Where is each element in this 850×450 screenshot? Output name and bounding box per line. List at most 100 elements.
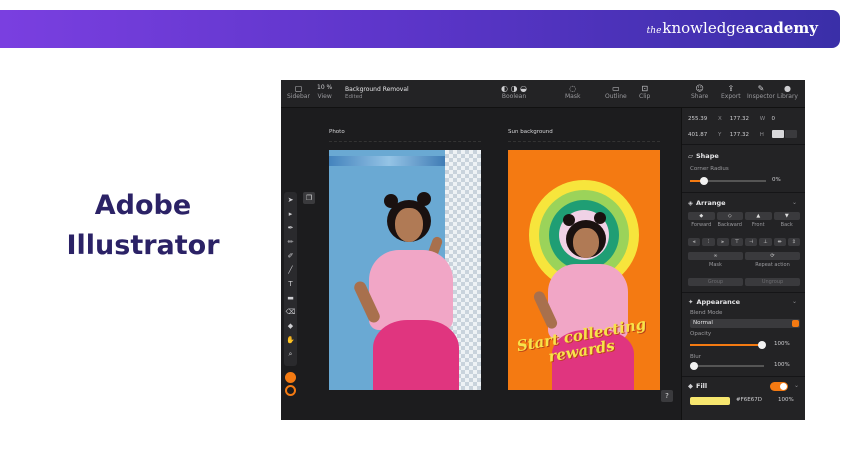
zoom-control[interactable]: 10 % View [317, 84, 332, 100]
fill-icon[interactable]: ◆ [284, 320, 297, 332]
flip-vertical-icon[interactable] [785, 130, 798, 138]
mask-button[interactable]: ∞ [688, 252, 743, 260]
h-field[interactable]: 177.32 [730, 132, 760, 138]
w-field[interactable]: 177.32 [730, 116, 760, 122]
boolean-icon: ◐ ◑ ◒ [501, 84, 528, 93]
direct-select-icon[interactable]: ▸ [284, 208, 297, 220]
align-bottom-icon[interactable]: ⊥ [759, 238, 772, 246]
appearance-icon: ✦ [688, 298, 694, 306]
brand-the: the [646, 26, 662, 36]
pencil-icon[interactable]: ✏ [284, 236, 297, 248]
text-icon[interactable]: T [284, 278, 297, 290]
ungroup-button[interactable]: Ungroup [745, 278, 800, 286]
divider [682, 292, 805, 293]
artboard-photo[interactable] [329, 150, 481, 390]
artboard-label-sun: Sun background [508, 129, 553, 135]
sidebar-button[interactable]: ▢ Sidebar [287, 84, 310, 100]
headline-line1: Adobe [94, 190, 192, 221]
rotation-field[interactable]: 0 [772, 116, 802, 122]
blend-mode-value: Normal [693, 320, 713, 326]
appearance-chevron-icon[interactable]: ⌄ [792, 298, 797, 305]
brush-icon[interactable]: ✐ [284, 250, 297, 262]
line-icon[interactable]: ╱ [284, 264, 297, 276]
layers-button[interactable]: ❐ [303, 192, 315, 204]
hand-icon[interactable]: ✋ [284, 334, 297, 346]
blur-value: 100% [774, 362, 790, 368]
arrange-buttons: ◆ ◇ ▲ ▼ Forward Backward Front Back [688, 212, 800, 228]
forward-label: Forward [691, 222, 712, 228]
mask-toolbar-label: Mask [565, 93, 581, 100]
rectangle-icon[interactable]: ▬ [284, 292, 297, 304]
distribute-h-icon[interactable]: ⇹ [773, 238, 786, 246]
doc-subtitle: Edited [345, 94, 363, 100]
corner-radius-slider[interactable] [690, 177, 766, 185]
fill-opacity[interactable]: 100% [778, 397, 794, 403]
y-field[interactable]: 401.87 [688, 132, 718, 138]
align-left-icon[interactable]: ⫷ [688, 238, 701, 246]
boolean-label: Boolean [501, 93, 527, 100]
align-center-icon[interactable]: ⫶ [702, 238, 715, 246]
pen-icon[interactable]: ✒ [284, 222, 297, 234]
repeat-label: Repeat action [755, 262, 790, 268]
fill-swatch[interactable] [285, 372, 296, 383]
headline-line2: Illustrator [66, 230, 220, 261]
arrange-chevron-icon[interactable]: ⌄ [792, 199, 797, 206]
fill-toggle[interactable] [770, 382, 788, 391]
stroke-swatch[interactable] [285, 385, 296, 396]
eraser-icon[interactable]: ⌫ [284, 306, 297, 318]
outline-button[interactable]: ▭ Outline [605, 84, 627, 100]
library-label: Library [777, 93, 798, 100]
shape-section-title: ▱ Shape [688, 152, 719, 160]
blend-mode-select[interactable]: Normal [690, 319, 800, 328]
inspector-icon: ✎ [757, 84, 765, 93]
pointer-icon[interactable]: ➤ [284, 194, 297, 206]
align-right-icon[interactable]: ⫸ [716, 238, 729, 246]
appearance-section-title: ✦ Appearance [688, 298, 740, 306]
fill-hex[interactable]: #F6E67D [736, 397, 762, 403]
group-button[interactable]: Group [688, 278, 743, 286]
mask-toolbar-button[interactable]: ◌ Mask [565, 84, 580, 100]
align-middle-icon[interactable]: ⊣ [745, 238, 758, 246]
opacity-label: Opacity [690, 331, 712, 337]
front-label: Front [751, 222, 765, 228]
library-button[interactable]: ● Library [777, 84, 798, 100]
corner-radius-label: Corner Radius [690, 166, 729, 172]
inspector-button[interactable]: ✎ Inspector [747, 84, 775, 100]
distribute-v-icon[interactable]: ⇳ [787, 238, 800, 246]
backward-button[interactable]: ◇ [716, 212, 743, 220]
blur-slider[interactable] [690, 362, 764, 370]
arrange-title-text: Arrange [696, 199, 726, 207]
share-label: Share [691, 93, 709, 100]
appearance-title-text: Appearance [696, 298, 741, 306]
share-icon: ☺ [695, 84, 704, 93]
back-button[interactable]: ▼ [773, 212, 800, 220]
boolean-button[interactable]: ◐ ◑ ◒ Boolean [501, 84, 527, 100]
opacity-slider[interactable] [690, 341, 766, 349]
align-top-icon[interactable]: ⊤ [730, 238, 743, 246]
repeat-button[interactable]: ⟳ [745, 252, 800, 260]
library-icon: ● [784, 84, 791, 93]
export-icon: ⇪ [727, 84, 735, 93]
fill-color-chip[interactable] [690, 397, 730, 405]
artboard-label-photo: Photo [329, 129, 345, 135]
align-buttons: ⫷ ⫶ ⫸ ⊤ ⊣ ⊥ ⇹ ⇳ [688, 238, 800, 246]
layers-icon: ❐ [305, 194, 313, 202]
zoom-icon[interactable]: ⌕ [284, 348, 297, 360]
x-field[interactable]: 255.39 [688, 116, 718, 122]
artboard-sun[interactable]: Start collecting rewards [508, 150, 660, 390]
fill-title-text: Fill [696, 382, 708, 390]
front-button[interactable]: ▲ [745, 212, 772, 220]
clip-icon: ⊡ [641, 84, 649, 93]
fill-chevron-icon[interactable]: ⌄ [794, 382, 799, 389]
forward-button[interactable]: ◆ [688, 212, 715, 220]
share-button[interactable]: ☺ Share [691, 84, 708, 100]
zoom-value: 10 % [317, 84, 333, 91]
headline: Adobe Illustrator [58, 186, 228, 266]
mask-label: Mask [709, 262, 722, 268]
clip-button[interactable]: ⊡ Clip [639, 84, 650, 100]
export-button[interactable]: ⇪ Export [721, 84, 741, 100]
export-label: Export [721, 93, 741, 100]
flip-horizontal-icon[interactable] [771, 130, 784, 138]
top-banner: theknowledgeacademy [0, 10, 840, 48]
help-button[interactable]: ? [661, 390, 673, 402]
